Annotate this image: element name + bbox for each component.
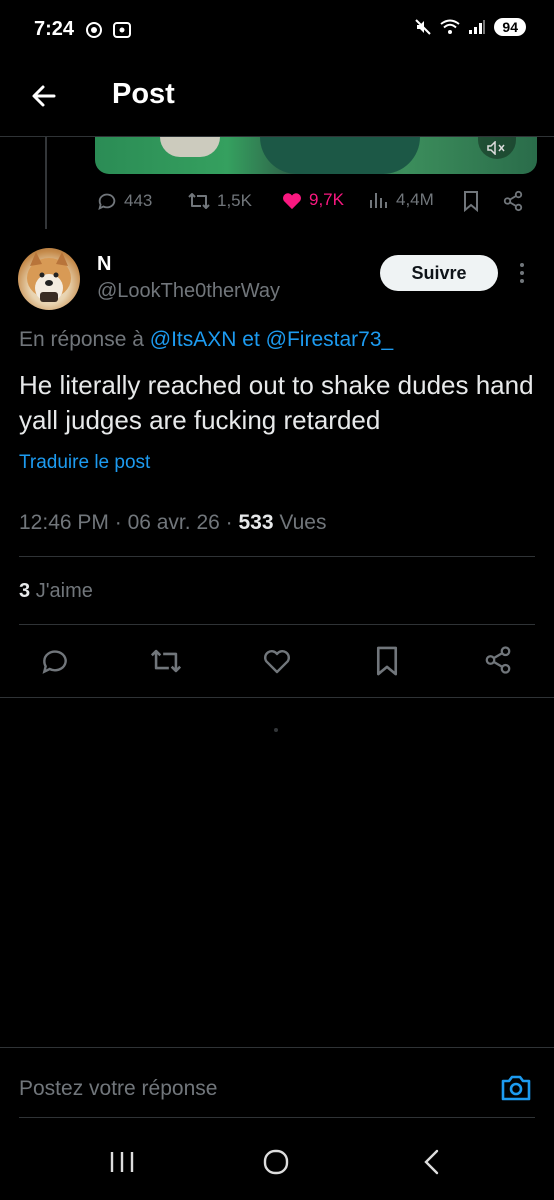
reply-icon bbox=[98, 193, 116, 211]
heart-filled-icon bbox=[282, 193, 302, 210]
chevron-left-icon bbox=[424, 1149, 439, 1175]
divider-likes bbox=[19, 624, 535, 625]
video-detail-person bbox=[260, 137, 420, 174]
stat-replies[interactable]: 443 bbox=[96, 190, 152, 212]
stat-views-count: 4,4M bbox=[396, 190, 434, 209]
home-icon bbox=[263, 1149, 289, 1175]
stat-reposts[interactable]: 1,5K bbox=[187, 190, 252, 212]
status-right: 94 bbox=[414, 18, 526, 36]
post-text: He literally reached out to shake dudes … bbox=[19, 370, 534, 435]
reply-prefix: En réponse à bbox=[19, 328, 144, 351]
status-time: 7:24 bbox=[34, 18, 75, 40]
stat-views[interactable]: 4,4M bbox=[368, 190, 434, 210]
speaker-muted-icon bbox=[487, 141, 505, 155]
post-views-label: Vues bbox=[279, 511, 327, 534]
reply-input[interactable]: Postez votre réponse bbox=[19, 1077, 217, 1101]
recent-apps-button[interactable] bbox=[108, 1150, 136, 1174]
stat-reposts-count: 1,5K bbox=[217, 191, 252, 210]
camera-button[interactable] bbox=[499, 1072, 533, 1104]
camera-icon bbox=[501, 1075, 531, 1101]
reply-button[interactable] bbox=[39, 645, 71, 677]
signal-icon bbox=[469, 20, 486, 34]
page-title: Post bbox=[112, 78, 175, 110]
likes-summary[interactable]: 3 J'aime bbox=[19, 580, 93, 603]
divider-actions bbox=[0, 697, 554, 698]
divider-meta bbox=[19, 556, 535, 557]
heart-icon bbox=[264, 650, 290, 674]
bookmark-icon bbox=[376, 646, 398, 676]
composer-divider bbox=[0, 1047, 554, 1048]
views-icon bbox=[370, 193, 387, 208]
recent-apps-icon bbox=[110, 1152, 134, 1172]
back-button[interactable] bbox=[28, 80, 60, 112]
bookmark-icon bbox=[464, 191, 478, 212]
translate-link[interactable]: Traduire le post bbox=[19, 452, 150, 474]
post-date[interactable]: 06 avr. 26 bbox=[128, 511, 220, 534]
bookmark-button[interactable] bbox=[373, 645, 405, 677]
follow-button[interactable]: Suivre bbox=[380, 255, 498, 291]
stat-likes-count: 9,7K bbox=[309, 190, 344, 209]
mute-status-icon bbox=[415, 19, 432, 35]
screenshot-icon bbox=[113, 22, 131, 38]
share-icon bbox=[503, 190, 523, 212]
repost-icon bbox=[188, 193, 210, 209]
composer-underline bbox=[19, 1117, 535, 1118]
arrow-left-icon bbox=[32, 85, 56, 107]
author-handle[interactable]: @LookThe0therWay bbox=[97, 280, 280, 303]
share-button[interactable] bbox=[483, 645, 515, 677]
notification-icon bbox=[86, 22, 102, 38]
more-options-button[interactable] bbox=[515, 262, 529, 284]
share-icon bbox=[485, 646, 511, 674]
author-name[interactable]: N bbox=[97, 253, 111, 276]
more-vertical-icon bbox=[520, 263, 524, 283]
reply-icon bbox=[42, 650, 67, 674]
mention-link-1[interactable]: @ItsAXN bbox=[150, 328, 237, 351]
system-back-button[interactable] bbox=[420, 1148, 444, 1176]
status-icons bbox=[84, 20, 132, 40]
avatar[interactable] bbox=[18, 248, 80, 310]
quoted-bookmark-button[interactable] bbox=[462, 190, 480, 212]
likes-count: 3 bbox=[19, 580, 31, 602]
stat-likes[interactable]: 9,7K bbox=[281, 190, 344, 210]
post-time[interactable]: 12:46 PM bbox=[19, 511, 109, 534]
repost-button[interactable] bbox=[149, 645, 182, 677]
stat-replies-count: 443 bbox=[124, 191, 153, 210]
repost-icon bbox=[150, 649, 182, 673]
post-views-count: 533 bbox=[238, 511, 274, 534]
home-button[interactable] bbox=[262, 1148, 290, 1176]
like-button[interactable] bbox=[261, 645, 293, 677]
thread-line bbox=[45, 137, 47, 229]
likes-label: J'aime bbox=[35, 580, 93, 602]
mention-link-2[interactable]: @Firestar73_ bbox=[266, 328, 394, 351]
loading-indicator bbox=[274, 728, 278, 732]
reply-context: En réponse à @ItsAXN et @Firestar73_ bbox=[19, 328, 393, 352]
battery-indicator: 94 bbox=[494, 18, 526, 36]
doge-avatar-icon bbox=[27, 252, 71, 302]
post-meta: 12:46 PM · 06 avr. 26 · 533 Vues bbox=[19, 511, 327, 534]
quoted-share-button[interactable] bbox=[502, 190, 524, 212]
reply-joiner: et bbox=[242, 328, 260, 351]
wifi-icon bbox=[440, 19, 461, 34]
